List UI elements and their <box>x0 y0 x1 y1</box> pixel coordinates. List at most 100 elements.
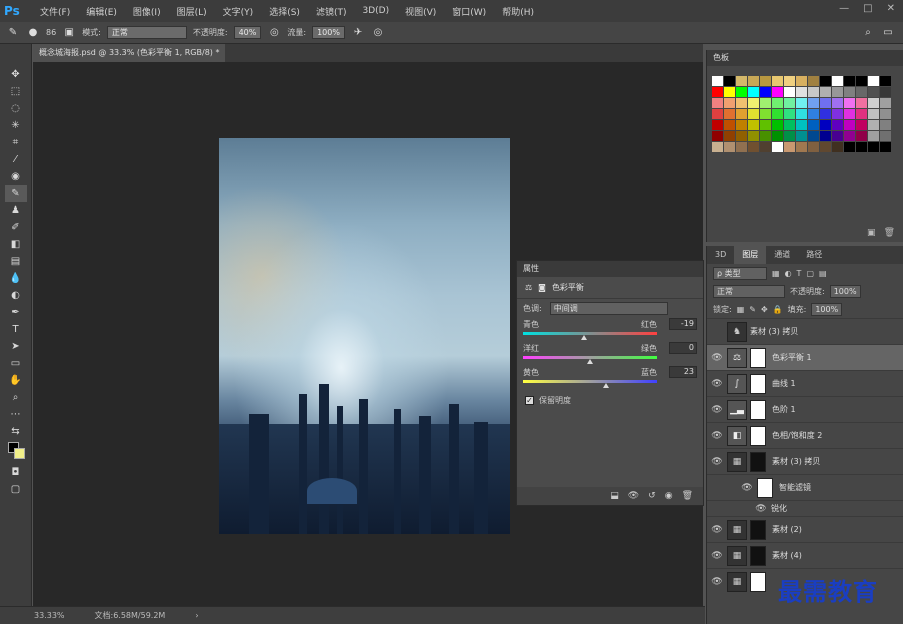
color-swatch[interactable] <box>712 120 723 130</box>
swatches-tab[interactable]: 色板 <box>707 50 903 66</box>
tab-channels[interactable]: 通道 <box>766 246 798 264</box>
color-swatch[interactable] <box>808 109 819 119</box>
color-swatch[interactable] <box>760 131 771 141</box>
opacity-input[interactable]: 40% <box>233 26 262 39</box>
color-swatch[interactable] <box>832 109 843 119</box>
color-swatch[interactable] <box>844 142 855 152</box>
color-swatch[interactable] <box>796 109 807 119</box>
shape-tool-icon[interactable]: ▭ <box>5 355 27 372</box>
color-swatch[interactable] <box>712 142 723 152</box>
color-swatch[interactable] <box>772 142 783 152</box>
color-swatch[interactable] <box>772 98 783 108</box>
brush-panel-icon[interactable]: ▣ <box>62 26 76 40</box>
slider-knob-icon[interactable] <box>587 359 594 364</box>
menu-type[interactable]: 文字(Y) <box>215 5 262 18</box>
slider-value-input[interactable]: 0 <box>669 342 697 354</box>
reset-icon[interactable]: ↺ <box>648 491 656 501</box>
color-swatch[interactable] <box>820 131 831 141</box>
color-swatch[interactable] <box>784 142 795 152</box>
layer-opacity-input[interactable]: 100% <box>829 284 861 298</box>
smart-filter-icon[interactable]: ▤ <box>819 269 827 278</box>
crop-tool-icon[interactable]: ⌗ <box>5 134 27 151</box>
marquee-tool-icon[interactable]: ⬚ <box>5 83 27 100</box>
color-swatch[interactable] <box>760 109 771 119</box>
mode-select[interactable]: 正常 <box>106 26 187 39</box>
gradient-tool-icon[interactable]: ▤ <box>5 253 27 270</box>
layer-mask-thumbnail[interactable] <box>750 571 766 592</box>
color-swatch[interactable] <box>796 98 807 108</box>
color-swatch[interactable] <box>844 120 855 130</box>
color-swatch[interactable] <box>784 131 795 141</box>
visibility-eye-icon[interactable]: 👁 <box>707 457 727 467</box>
color-swatch[interactable] <box>868 120 879 130</box>
document-tab[interactable]: 概念城海报.psd @ 33.3% (色彩平衡 1, RGB/8) * × <box>33 44 225 62</box>
color-swatch[interactable] <box>844 87 855 97</box>
color-swatch[interactable] <box>796 131 807 141</box>
color-swatch[interactable] <box>748 120 759 130</box>
layer-mask-thumbnail[interactable] <box>750 519 766 540</box>
color-swatch[interactable] <box>820 87 831 97</box>
view-previous-icon[interactable]: 👁 <box>628 491 639 501</box>
color-swatch[interactable] <box>784 87 795 97</box>
color-swatch[interactable] <box>712 76 723 86</box>
color-swatch[interactable] <box>868 76 879 86</box>
menu-image[interactable]: 图像(I) <box>125 5 169 18</box>
color-swatch[interactable] <box>784 76 795 86</box>
color-swatch[interactable] <box>712 109 723 119</box>
shape-filter-icon[interactable]: ▢ <box>806 269 814 278</box>
adjust-filter-icon[interactable]: ◐ <box>785 269 792 278</box>
color-swatch[interactable] <box>880 87 891 97</box>
menu-select[interactable]: 选择(S) <box>261 5 308 18</box>
color-swatch[interactable] <box>772 109 783 119</box>
color-swatch[interactable] <box>772 120 783 130</box>
lock-position-icon[interactable]: ✥ <box>761 305 768 314</box>
properties-tab[interactable]: 属性 <box>517 261 703 277</box>
color-swatch[interactable] <box>724 131 735 141</box>
layer-row[interactable]: ♞ 素材 (3) 拷贝 <box>707 318 903 344</box>
tab-3d[interactable]: 3D <box>707 246 734 264</box>
slider-value-input[interactable]: 23 <box>669 366 697 378</box>
delete-swatch-icon[interactable]: 🗑 <box>884 228 895 238</box>
color-swatch[interactable] <box>712 98 723 108</box>
layer-mask-thumbnail[interactable] <box>750 545 766 566</box>
color-swatch[interactable] <box>748 131 759 141</box>
color-swatch[interactable] <box>820 120 831 130</box>
color-swatch[interactable] <box>712 87 723 97</box>
eraser-tool-icon[interactable]: ◧ <box>5 236 27 253</box>
color-swatch[interactable] <box>856 131 867 141</box>
preserve-luminosity-checkbox[interactable]: ✓ <box>525 396 534 405</box>
visibility-eye-icon[interactable]: 👁 <box>707 577 727 587</box>
tab-paths[interactable]: 路径 <box>798 246 830 264</box>
color-swatch[interactable] <box>796 120 807 130</box>
layer-row[interactable]: 👁 ▁▃ 色阶 1 <box>707 396 903 422</box>
menu-edit[interactable]: 编辑(E) <box>78 5 125 18</box>
color-swatch[interactable] <box>748 76 759 86</box>
color-balance-slider[interactable]: 洋红 绿色 0 <box>523 341 697 365</box>
slider-value-input[interactable]: -19 <box>669 318 697 330</box>
color-swatch[interactable] <box>736 120 747 130</box>
layer-row[interactable]: 👁 ◧ 色相/饱和度 2 <box>707 422 903 448</box>
fill-input[interactable]: 100% <box>811 302 843 316</box>
dodge-tool-icon[interactable]: ◐ <box>5 287 27 304</box>
color-swap-icon[interactable]: ⇆ <box>5 423 27 440</box>
color-swatch[interactable] <box>736 142 747 152</box>
layer-row[interactable]: 👁 ▦ 素材 (3) 拷贝 <box>707 448 903 474</box>
color-swatch[interactable] <box>808 131 819 141</box>
menu-help[interactable]: 帮助(H) <box>494 5 542 18</box>
toggle-visibility-icon[interactable]: ◉ <box>665 491 673 501</box>
color-swatch[interactable] <box>856 120 867 130</box>
menu-filter[interactable]: 滤镜(T) <box>308 5 355 18</box>
color-swatch[interactable] <box>724 87 735 97</box>
color-swatch[interactable] <box>868 109 879 119</box>
layer-kind-select[interactable]: ρ 类型 <box>713 266 767 280</box>
history-brush-icon[interactable]: ✐ <box>5 219 27 236</box>
layer-row[interactable]: 👁 智能滤镜 <box>707 474 903 500</box>
foreground-background-color[interactable] <box>5 440 27 464</box>
color-swatch[interactable] <box>808 76 819 86</box>
pixel-filter-icon[interactable]: ▦ <box>772 269 780 278</box>
close-icon[interactable]: ✕ <box>887 3 895 14</box>
visibility-eye-icon[interactable]: 👁 <box>707 379 727 389</box>
color-swatch[interactable] <box>772 76 783 86</box>
color-swatch[interactable] <box>724 142 735 152</box>
color-swatch[interactable] <box>796 142 807 152</box>
